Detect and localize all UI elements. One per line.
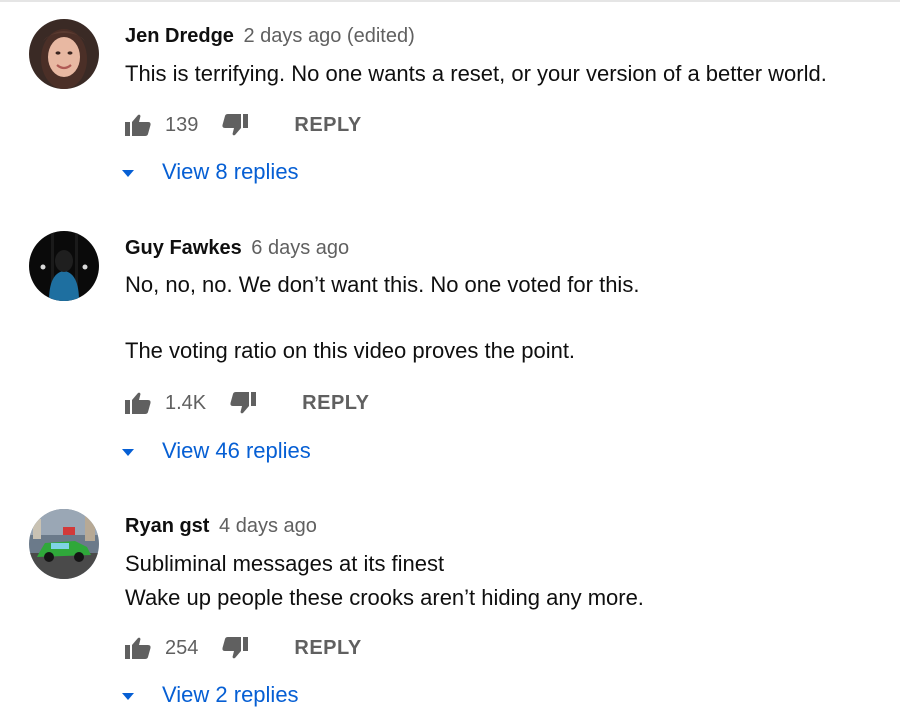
- thumbs-up-icon: [125, 114, 151, 136]
- comment-line: Wake up people these crooks aren’t hidin…: [125, 585, 644, 610]
- like-count: 1.4K: [165, 391, 207, 414]
- like-button[interactable]: [125, 392, 151, 414]
- thumbs-down-icon: [230, 392, 257, 414]
- comment-actions: 254 REPLY: [125, 633, 362, 663]
- author-avatar[interactable]: [29, 19, 99, 89]
- view-replies-label: View 46 replies: [162, 438, 311, 463]
- dislike-button[interactable]: [222, 637, 249, 659]
- comment-text: This is terrifying. No one wants a reset…: [125, 57, 827, 91]
- reply-button[interactable]: REPLY: [294, 114, 361, 137]
- author-name[interactable]: Guy Fawkes: [125, 237, 242, 259]
- comment-header: Guy Fawkes 6 days ago: [125, 237, 349, 260]
- avatar-woman-photo-icon: [29, 19, 99, 89]
- avatar-masked-figure-icon: [29, 231, 99, 301]
- comment-line: This is terrifying. No one wants a reset…: [125, 61, 827, 86]
- comment-timestamp[interactable]: 2 days ago: [244, 25, 342, 47]
- like-count: 139: [165, 113, 199, 136]
- comment-text: Subliminal messages at its finest Wake u…: [125, 547, 644, 615]
- reply-button[interactable]: REPLY: [302, 392, 369, 415]
- comment-meta: 4 days ago: [219, 515, 317, 537]
- author-name[interactable]: Ryan gst: [125, 515, 209, 537]
- like-button[interactable]: [125, 114, 151, 136]
- view-replies-label: View 2 replies: [162, 682, 299, 707]
- avatar-green-car-icon: [29, 509, 99, 579]
- view-replies-button[interactable]: View 8 replies: [122, 157, 299, 187]
- like-count: 254: [165, 636, 199, 659]
- author-name[interactable]: Jen Dredge: [125, 25, 234, 47]
- comment-line: Subliminal messages at its finest: [125, 551, 445, 576]
- author-avatar[interactable]: [29, 509, 99, 579]
- edited-label: (edited): [346, 25, 415, 47]
- caret-down-icon: [122, 448, 134, 456]
- comment-line: No, no, no. We don’t want this. No one v…: [125, 272, 640, 297]
- comment-line: The voting ratio on this video proves th…: [125, 338, 576, 363]
- dislike-button[interactable]: [222, 114, 249, 136]
- thumbs-up-icon: [125, 637, 151, 659]
- view-replies-label: View 8 replies: [162, 159, 299, 184]
- comment-meta: 6 days ago: [251, 237, 349, 259]
- caret-down-icon: [122, 692, 134, 700]
- view-replies-button[interactable]: View 46 replies: [122, 436, 311, 466]
- thumbs-down-icon: [222, 637, 249, 659]
- comment-header: Ryan gst 4 days ago: [125, 515, 317, 538]
- view-replies-button[interactable]: View 2 replies: [122, 680, 299, 710]
- dislike-button[interactable]: [230, 392, 257, 414]
- comment-timestamp[interactable]: 6 days ago: [251, 237, 349, 259]
- like-button[interactable]: [125, 637, 151, 659]
- top-divider: [0, 0, 900, 2]
- comment-timestamp[interactable]: 4 days ago: [219, 515, 317, 537]
- author-avatar[interactable]: [29, 231, 99, 301]
- reply-button[interactable]: REPLY: [294, 637, 361, 660]
- thumbs-up-icon: [125, 392, 151, 414]
- thumbs-down-icon: [222, 114, 249, 136]
- comment-actions: 1.4K REPLY: [125, 388, 370, 418]
- comment-text: No, no, no. We don’t want this. No one v…: [125, 268, 639, 368]
- comment-header: Jen Dredge 2 days ago (edited): [125, 25, 415, 48]
- caret-down-icon: [122, 169, 134, 177]
- comment-actions: 139 REPLY: [125, 110, 362, 140]
- comment-meta: 2 days ago (edited): [244, 25, 415, 47]
